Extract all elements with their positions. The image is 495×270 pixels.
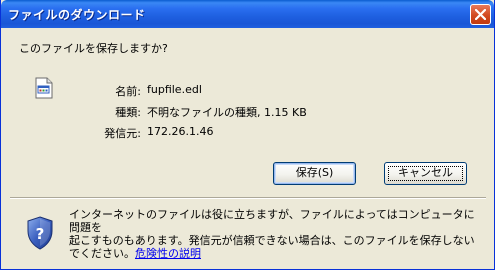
save-button[interactable]: 保存(S) [273,162,356,185]
warning-line-3: でください。危険性の説明 [69,247,484,260]
cancel-button[interactable]: キャンセル [384,162,467,185]
type-label: 種類: [115,106,141,119]
source-label: 発信元: [104,127,141,140]
security-warning: インターネットのファイルは役に立ちますが、ファイルによってはコンピュータに問題を… [69,208,484,260]
name-value: fupfile.edl [147,83,202,96]
download-dialog: ファイルのダウンロード このファイルを保存しますか? 名前: fupfile.e… [0,0,495,270]
risk-explanation-link[interactable]: 危険性の説明 [135,247,201,260]
warning-line-2: 起こすものもあります。発信元が信頼できない場合は、このファイルを保存しない [69,234,475,247]
warning-line-3-prefix: でください。 [69,247,135,260]
svg-text:?: ? [36,225,45,243]
source-value: 172.26.1.46 [147,125,214,138]
title-bar[interactable]: ファイルのダウンロード [1,0,494,28]
name-label: 名前: [115,85,141,98]
save-button-label: 保存(S) [295,166,334,179]
close-icon [475,9,486,20]
separator [10,197,486,199]
cancel-button-label: キャンセル [398,166,453,179]
close-button[interactable] [470,4,491,25]
file-icon [35,77,53,99]
shield-help-icon: ? [27,216,53,250]
window-title: ファイルのダウンロード [8,8,146,22]
warning-line-1: インターネットのファイルは役に立ちますが、ファイルによってはコンピュータに問題を [69,208,475,234]
save-question: このファイルを保存しますか? [19,42,168,55]
type-value: 不明なファイルの種類, 1.15 KB [147,106,307,119]
